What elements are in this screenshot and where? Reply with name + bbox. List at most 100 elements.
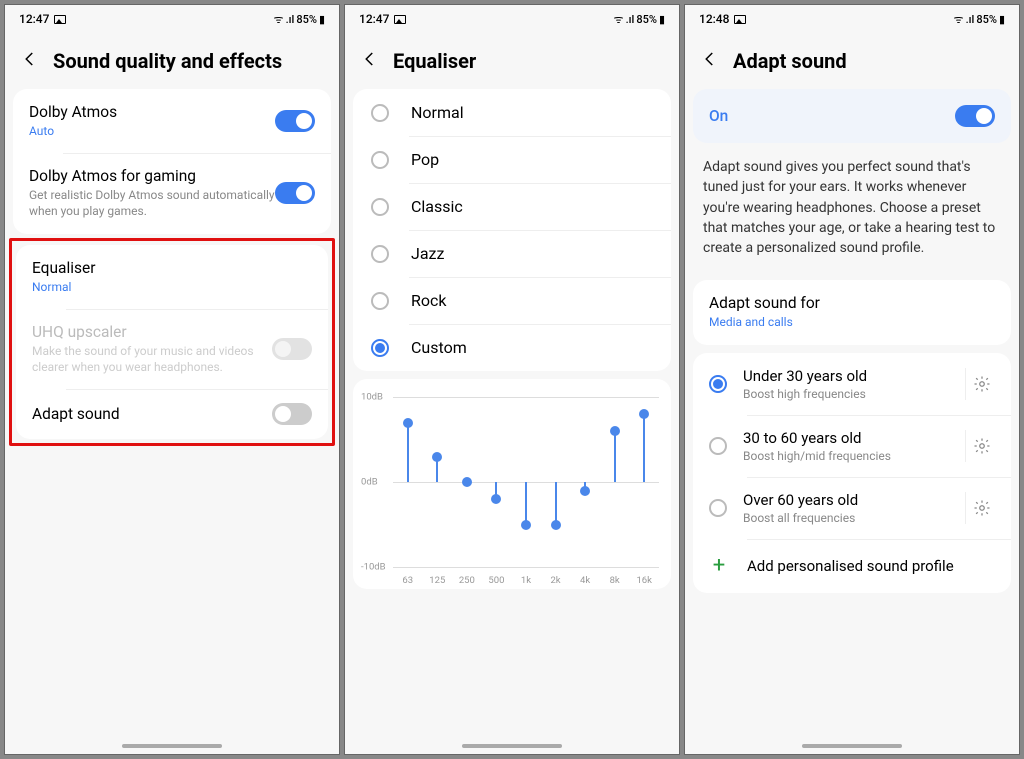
age-option[interactable]: Under 30 years oldBoost high frequencies [693,353,1011,415]
status-bar: 12:48 ᯤ .ıl 85% ▮ [685,5,1019,33]
preset-pop[interactable]: Pop [353,136,671,183]
radio-icon[interactable] [709,499,727,517]
x-tick: 500 [486,575,507,586]
band-500[interactable]: 500 [486,397,507,567]
row-title: Dolby Atmos for gaming [29,167,275,185]
eq-handle[interactable] [610,426,620,436]
preset-list: NormalPopClassic Jazz Rock Custom [353,89,671,371]
back-icon[interactable] [21,50,39,72]
row-dolby-gaming[interactable]: Dolby Atmos for gaming Get realistic Dol… [13,153,331,233]
row-sub: Make the sound of your music and videos … [32,343,272,375]
radio-icon[interactable] [371,245,389,263]
preset-classic[interactable]: Classic [353,183,671,230]
row-sub: Normal [32,279,312,295]
age-option[interactable]: Over 60 years old Boost all frequencies [693,477,1011,539]
signal-icon: .ıl [626,13,635,26]
band-2k[interactable]: 2k [545,397,566,567]
status-time: 12:47 [359,12,389,26]
radio-icon[interactable] [371,339,389,357]
radio-icon[interactable] [371,292,389,310]
eq-handle[interactable] [432,452,442,462]
band-250[interactable]: 250 [456,397,477,567]
toggle-adapt-on[interactable] [955,105,995,127]
eq-handle[interactable] [462,477,472,487]
gear-icon[interactable] [965,492,997,524]
row-title: Adapt sound [32,405,272,423]
eq-handle[interactable] [551,520,561,530]
phone-equaliser: 12:47 ᯤ .ıl 85% ▮ Equaliser NormalPopCla… [344,4,680,755]
x-tick: 1k [515,575,536,586]
eq-handle[interactable] [639,409,649,419]
band-1k[interactable]: 1k [515,397,536,567]
toggle-dolby-gaming[interactable] [275,182,315,204]
battery-icon: ▮ [659,13,665,26]
age-sub: Boost all frequencies [743,511,957,525]
phone-sound-quality: 12:47 ᯤ .ıl 85% ▮ Sound quality and effe… [4,4,340,755]
age-list: Under 30 years oldBoost high frequencies… [693,353,1011,593]
row-adapt-for[interactable]: Adapt sound for Media and calls [693,280,1011,344]
radio-icon[interactable] [371,151,389,169]
status-time: 12:48 [699,12,729,26]
age-title: Over 60 years old [743,491,957,509]
adapt-for-group: Adapt sound for Media and calls [693,280,1011,344]
preset-label: Rock [411,291,446,310]
toggle-dolby-atmos[interactable] [275,110,315,132]
phone-adapt-sound: 12:48 ᯤ .ıl 85% ▮ Adapt sound On Adapt s… [684,4,1020,755]
age-title: Under 30 years old [743,367,957,385]
row-dolby-atmos[interactable]: Dolby Atmos Auto [13,89,331,153]
eq-handle[interactable] [491,494,501,504]
eq-handle[interactable] [580,486,590,496]
radio-icon[interactable] [371,198,389,216]
band-125[interactable]: 125 [427,397,448,567]
preset-rock[interactable]: Rock [353,277,671,324]
x-tick: 16k [634,575,655,586]
status-time: 12:47 [19,12,49,26]
band-8k[interactable]: 8k [604,397,625,567]
preset-normal[interactable]: Normal [353,89,671,136]
status-battery: 85% [296,13,317,26]
home-indicator[interactable] [462,744,562,748]
preset-custom[interactable]: Custom [353,324,671,371]
row-title: Equaliser [32,259,312,277]
row-equaliser[interactable]: Equaliser Normal [16,245,328,309]
back-icon[interactable] [701,50,719,72]
signal-icon: .ıl [286,13,295,26]
x-tick: 63 [397,575,418,586]
band-63[interactable]: 63 [397,397,418,567]
status-bar: 12:47 ᯤ .ıl 85% ▮ [5,5,339,33]
row-title: Adapt sound for [709,294,995,312]
age-option[interactable]: 30 to 60 years oldBoost high/mid frequen… [693,415,1011,477]
row-sub: Get realistic Dolby Atmos sound automati… [29,187,275,219]
add-profile-button[interactable]: +Add personalised sound profile [693,539,1011,593]
gear-icon[interactable] [965,430,997,462]
x-tick: 8k [604,575,625,586]
plus-icon: + [709,555,729,577]
preset-label: Jazz [411,244,444,263]
radio-icon[interactable] [709,437,727,455]
status-battery: 85% [976,13,997,26]
preset-jazz[interactable]: Jazz [353,230,671,277]
row-sub: Media and calls [709,314,995,330]
adapt-description: Adapt sound gives you perfect sound that… [685,143,1019,272]
band-4k[interactable]: 4k [574,397,595,567]
group-dolby: Dolby Atmos Auto Dolby Atmos for gaming … [13,89,331,234]
radio-icon[interactable] [709,375,727,393]
radio-icon[interactable] [371,104,389,122]
row-adapt-sound[interactable]: Adapt sound [16,389,328,439]
toggle-adapt-sound[interactable] [272,403,312,425]
age-sub: Boost high/mid frequencies [743,449,957,463]
back-icon[interactable] [361,50,379,72]
battery-icon: ▮ [999,13,1005,26]
screenshot-icon [734,15,746,24]
x-tick: 125 [427,575,448,586]
home-indicator[interactable] [122,744,222,748]
wifi-icon: ᯤ [954,12,964,27]
band-16k[interactable]: 16k [634,397,655,567]
gear-icon[interactable] [965,368,997,400]
screenshot-icon [394,15,406,24]
home-indicator[interactable] [802,744,902,748]
equaliser-chart[interactable]: 10dB0dB-10dB631252505001k2k4k8k16k [353,379,671,589]
eq-handle[interactable] [403,418,413,428]
on-panel[interactable]: On [693,89,1011,143]
eq-handle[interactable] [521,520,531,530]
